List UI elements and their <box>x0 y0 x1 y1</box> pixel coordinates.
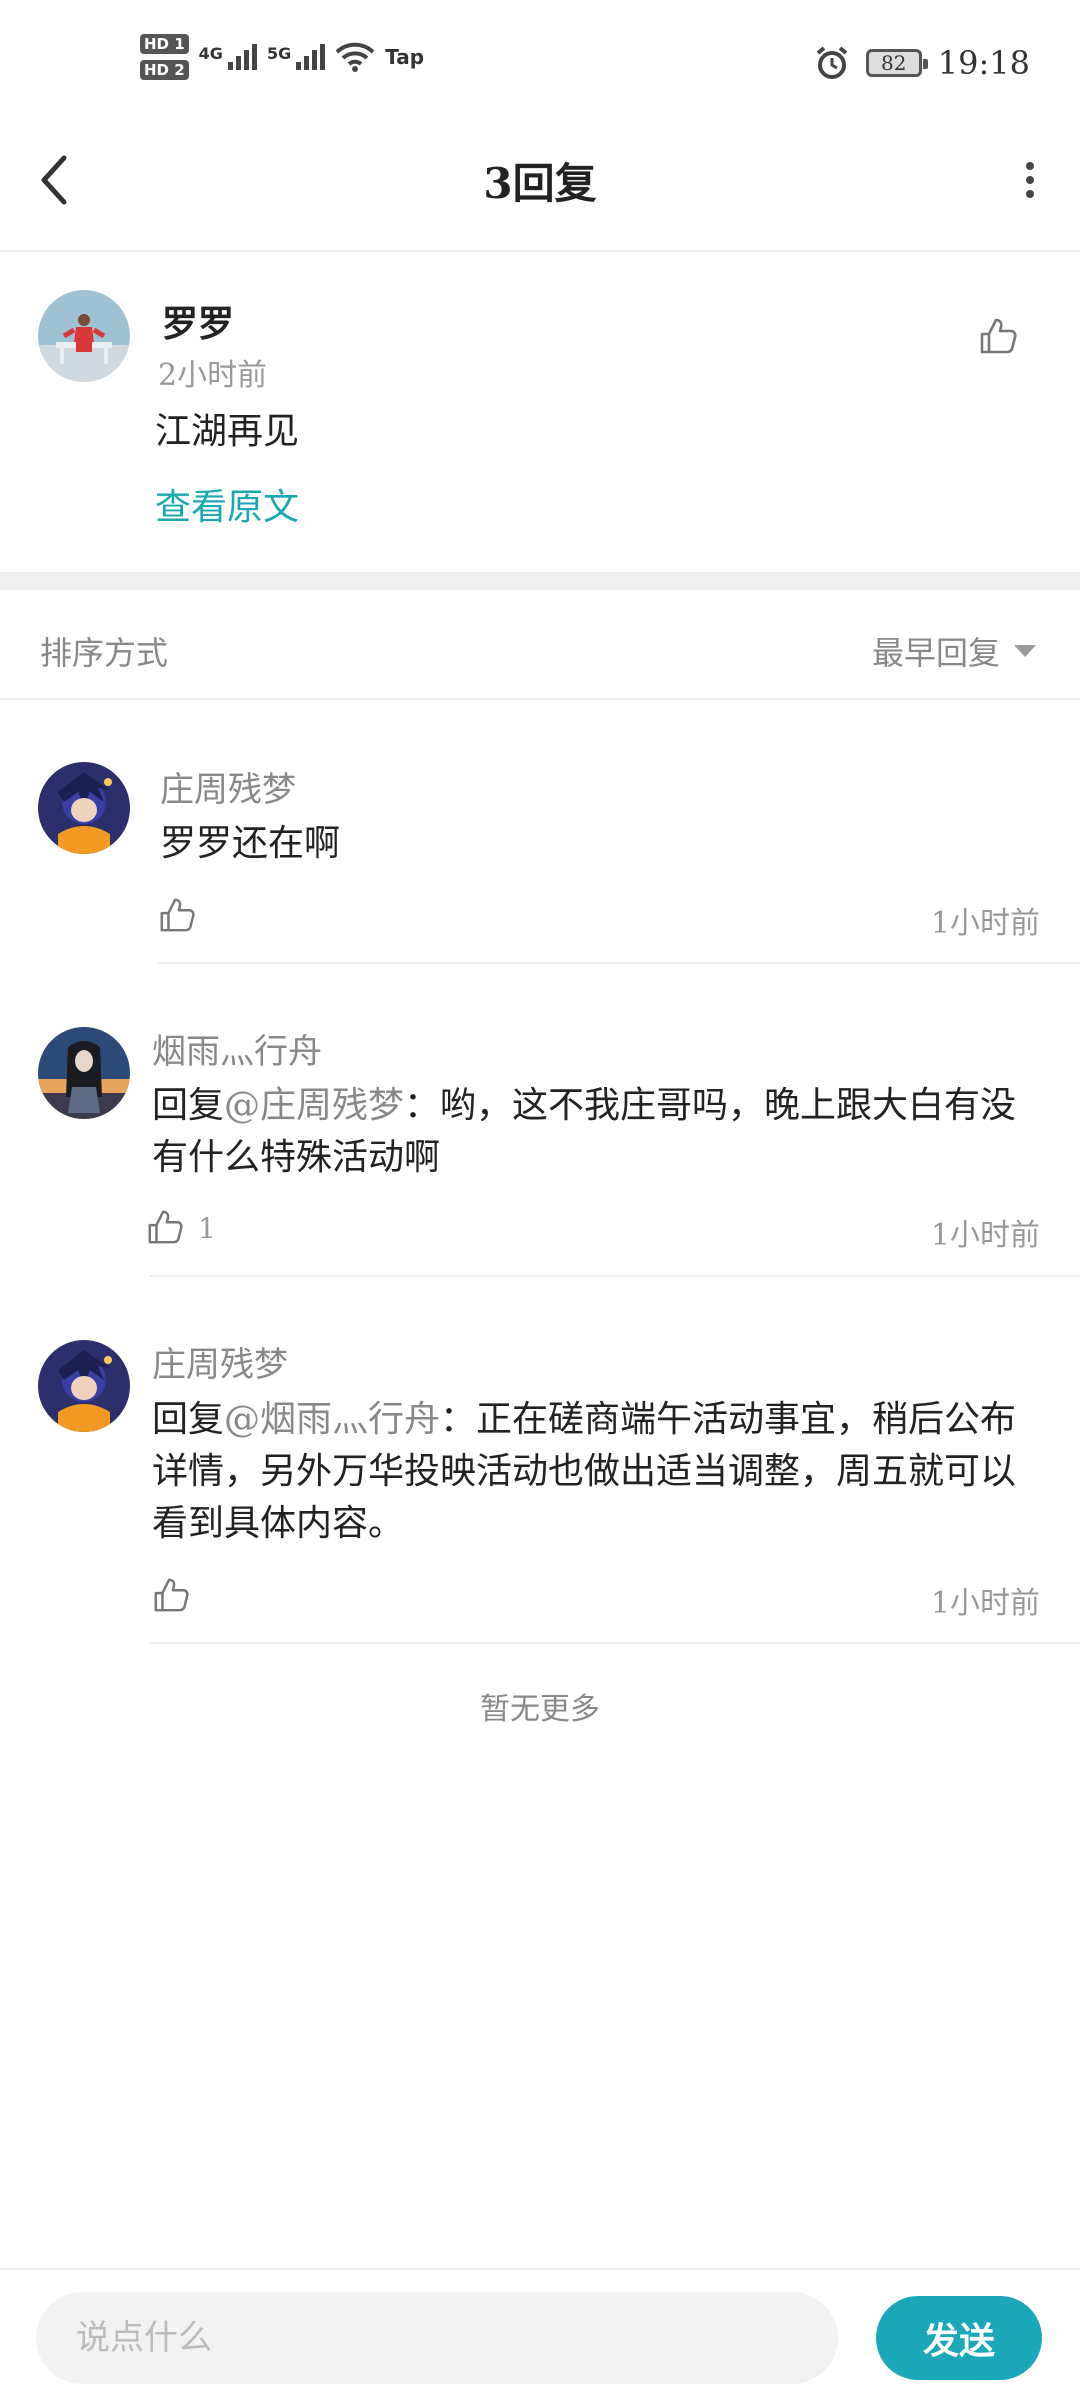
header-divider <box>0 250 1080 252</box>
wifi-icon <box>335 42 375 72</box>
reply-time: 1小时前 <box>930 1218 1040 1253</box>
sort-label: 排序方式 <box>40 634 169 672</box>
sort-dropdown[interactable]: 最早回复 <box>872 628 1036 674</box>
reply-avatar[interactable] <box>38 1340 130 1432</box>
alarm-icon <box>816 46 848 79</box>
reply-mention[interactable]: @烟雨灬行舟 <box>224 1399 440 1440</box>
reply-like-thumbs-up-icon[interactable] <box>146 1208 184 1246</box>
no-more-label: 暂无更多 <box>480 1692 600 1727</box>
reply-content: 回复@烟雨灬行舟：正在磋商端午活动事宜，稍后公布详情，另外万华投映活动也做出适当… <box>152 1394 1032 1550</box>
status-bar: HD 1 HD 2 4G 5G Tap 82 19:18 <box>0 0 1080 120</box>
page-title: 3回复 <box>483 159 597 208</box>
hd2-badge: HD 2 <box>140 60 189 80</box>
view-original-link[interactable]: 查看原文 <box>155 478 299 530</box>
send-button[interactable]: 发送 <box>876 2296 1042 2380</box>
reply-author-name[interactable]: 庄周残梦 <box>160 762 296 811</box>
reply-content: 罗罗还在啊 <box>160 818 1040 870</box>
reply-like-thumbs-up-icon[interactable] <box>152 1576 190 1614</box>
reply-avatar[interactable] <box>38 1027 130 1119</box>
signal-5g-icon: 5G <box>267 44 326 70</box>
sort-divider <box>0 698 1080 700</box>
status-left: HD 1 HD 2 4G 5G Tap <box>140 34 424 80</box>
post-content: 江湖再见 <box>155 411 300 452</box>
reply-like-thumbs-up-icon[interactable] <box>158 896 196 934</box>
hd-indicators: HD 1 HD 2 <box>140 34 189 80</box>
more-vertical-icon[interactable] <box>1020 160 1040 200</box>
reply-time: 1小时前 <box>930 906 1040 941</box>
reply-divider <box>150 1642 1080 1644</box>
hd1-badge: HD 1 <box>140 34 189 54</box>
reply-author-name[interactable]: 烟雨灬行舟 <box>152 1024 322 1073</box>
reply-avatar[interactable] <box>38 762 130 854</box>
reply-time: 1小时前 <box>930 1586 1040 1621</box>
reply-prefix: 回复 <box>152 1085 225 1126</box>
reply-divider <box>150 1275 1080 1277</box>
clock: 19:18 <box>937 44 1030 82</box>
post-author-avatar[interactable] <box>38 290 130 382</box>
reply-author-name[interactable]: 庄周残梦 <box>152 1337 288 1386</box>
reply-text: 罗罗还在啊 <box>160 823 341 864</box>
input-divider <box>0 2268 1080 2270</box>
reply-divider <box>158 962 1080 964</box>
reply-mention[interactable]: @庄周残梦 <box>224 1085 404 1126</box>
tap-indicator: Tap <box>385 45 425 69</box>
comment-input[interactable] <box>36 2292 838 2384</box>
sort-value: 最早回复 <box>871 634 1000 672</box>
post-author-name[interactable]: 罗罗 <box>162 295 234 347</box>
post-time: 2小时前 <box>158 358 268 393</box>
signal-4g-icon: 4G <box>199 44 257 70</box>
reply-content: 回复@庄周残梦：哟，这不我庄哥吗，晚上跟大白有没有什么特殊活动啊 <box>152 1080 1032 1184</box>
section-separator <box>0 572 1080 590</box>
status-right: 82 19:18 <box>814 44 1030 82</box>
battery-level: 82 <box>881 51 907 75</box>
reply-like-count: 1 <box>198 1212 216 1245</box>
battery-icon: 82 <box>865 49 928 77</box>
post-like-thumbs-up-icon[interactable] <box>978 316 1018 356</box>
reply-prefix: 回复 <box>152 1399 225 1440</box>
caret-down-icon <box>1014 645 1036 657</box>
